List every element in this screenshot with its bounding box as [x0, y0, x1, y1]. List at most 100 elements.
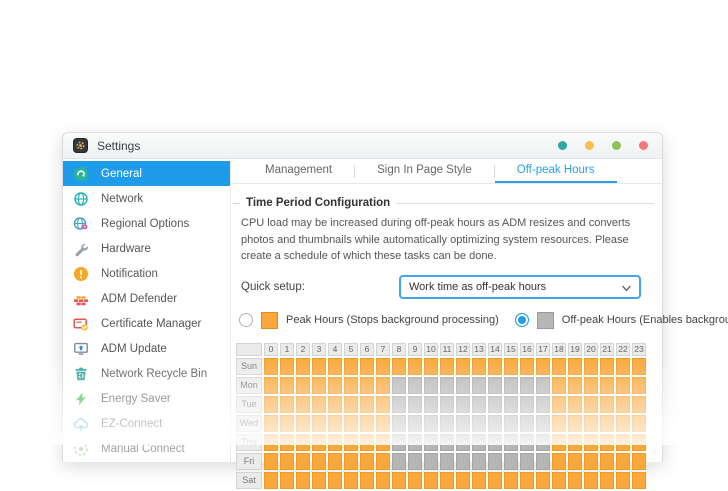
schedule-cell-sat-7[interactable]: [376, 472, 390, 489]
schedule-cell-sun-8[interactable]: [392, 358, 406, 375]
sidebar-item-ez-connect[interactable]: EZ-Connect: [63, 411, 230, 436]
schedule-cell-sat-15[interactable]: [504, 472, 518, 489]
schedule-cell-wed-6[interactable]: [360, 415, 374, 432]
tab-management[interactable]: Management: [243, 159, 354, 183]
teal-dot[interactable]: [558, 141, 567, 150]
schedule-cell-thu-1[interactable]: [280, 434, 294, 451]
off-peak-hours-radio[interactable]: [515, 313, 529, 327]
schedule-cell-thu-7[interactable]: [376, 434, 390, 451]
schedule-cell-tue-12[interactable]: [456, 396, 470, 413]
schedule-cell-wed-0[interactable]: [264, 415, 278, 432]
schedule-cell-sun-6[interactable]: [360, 358, 374, 375]
schedule-cell-fri-2[interactable]: [296, 453, 310, 470]
schedule-cell-tue-13[interactable]: [472, 396, 486, 413]
schedule-cell-mon-16[interactable]: [520, 377, 534, 394]
schedule-cell-sun-14[interactable]: [488, 358, 502, 375]
schedule-cell-tue-11[interactable]: [440, 396, 454, 413]
schedule-cell-fri-20[interactable]: [584, 453, 598, 470]
schedule-cell-sun-9[interactable]: [408, 358, 422, 375]
schedule-cell-sun-22[interactable]: [616, 358, 630, 375]
sidebar-item-certificate-manager[interactable]: Certificate Manager: [63, 311, 230, 336]
schedule-cell-fri-1[interactable]: [280, 453, 294, 470]
schedule-cell-thu-8[interactable]: [392, 434, 406, 451]
schedule-cell-fri-9[interactable]: [408, 453, 422, 470]
schedule-cell-sun-0[interactable]: [264, 358, 278, 375]
schedule-cell-wed-4[interactable]: [328, 415, 342, 432]
schedule-cell-fri-7[interactable]: [376, 453, 390, 470]
schedule-cell-mon-13[interactable]: [472, 377, 486, 394]
schedule-cell-thu-9[interactable]: [408, 434, 422, 451]
schedule-cell-mon-11[interactable]: [440, 377, 454, 394]
schedule-cell-tue-21[interactable]: [600, 396, 614, 413]
schedule-cell-sat-10[interactable]: [424, 472, 438, 489]
schedule-cell-thu-15[interactable]: [504, 434, 518, 451]
schedule-cell-thu-13[interactable]: [472, 434, 486, 451]
schedule-cell-sat-17[interactable]: [536, 472, 550, 489]
schedule-cell-wed-23[interactable]: [632, 415, 646, 432]
schedule-cell-fri-23[interactable]: [632, 453, 646, 470]
schedule-cell-fri-15[interactable]: [504, 453, 518, 470]
schedule-cell-thu-16[interactable]: [520, 434, 534, 451]
schedule-cell-sun-11[interactable]: [440, 358, 454, 375]
schedule-cell-thu-19[interactable]: [568, 434, 582, 451]
schedule-cell-wed-9[interactable]: [408, 415, 422, 432]
schedule-cell-tue-10[interactable]: [424, 396, 438, 413]
schedule-cell-wed-20[interactable]: [584, 415, 598, 432]
schedule-cell-thu-5[interactable]: [344, 434, 358, 451]
schedule-cell-mon-9[interactable]: [408, 377, 422, 394]
schedule-cell-tue-20[interactable]: [584, 396, 598, 413]
schedule-cell-thu-11[interactable]: [440, 434, 454, 451]
schedule-cell-wed-5[interactable]: [344, 415, 358, 432]
schedule-cell-thu-22[interactable]: [616, 434, 630, 451]
schedule-cell-sat-6[interactable]: [360, 472, 374, 489]
schedule-cell-mon-14[interactable]: [488, 377, 502, 394]
schedule-cell-fri-16[interactable]: [520, 453, 534, 470]
schedule-cell-mon-0[interactable]: [264, 377, 278, 394]
schedule-cell-sat-20[interactable]: [584, 472, 598, 489]
title-bar[interactable]: Settings: [63, 133, 662, 159]
schedule-cell-sun-2[interactable]: [296, 358, 310, 375]
schedule-cell-mon-23[interactable]: [632, 377, 646, 394]
schedule-cell-sun-3[interactable]: [312, 358, 326, 375]
schedule-cell-sat-18[interactable]: [552, 472, 566, 489]
sidebar-item-energy-saver[interactable]: Energy Saver: [63, 386, 230, 411]
schedule-cell-mon-7[interactable]: [376, 377, 390, 394]
sidebar-item-adm-defender[interactable]: ADM Defender: [63, 286, 230, 311]
schedule-cell-thu-17[interactable]: [536, 434, 550, 451]
schedule-cell-mon-1[interactable]: [280, 377, 294, 394]
sidebar-item-general[interactable]: General: [63, 161, 230, 186]
schedule-cell-fri-11[interactable]: [440, 453, 454, 470]
red-dot[interactable]: [639, 141, 648, 150]
yellow-dot[interactable]: [585, 141, 594, 150]
schedule-cell-wed-8[interactable]: [392, 415, 406, 432]
schedule-cell-tue-3[interactable]: [312, 396, 326, 413]
schedule-cell-tue-4[interactable]: [328, 396, 342, 413]
schedule-cell-sat-5[interactable]: [344, 472, 358, 489]
schedule-cell-sun-10[interactable]: [424, 358, 438, 375]
schedule-cell-mon-10[interactable]: [424, 377, 438, 394]
schedule-cell-sat-12[interactable]: [456, 472, 470, 489]
schedule-cell-wed-15[interactable]: [504, 415, 518, 432]
schedule-cell-sat-0[interactable]: [264, 472, 278, 489]
schedule-cell-tue-15[interactable]: [504, 396, 518, 413]
schedule-cell-mon-15[interactable]: [504, 377, 518, 394]
schedule-cell-sun-4[interactable]: [328, 358, 342, 375]
schedule-cell-fri-8[interactable]: [392, 453, 406, 470]
peak-hours-radio[interactable]: [239, 313, 253, 327]
schedule-cell-wed-19[interactable]: [568, 415, 582, 432]
schedule-cell-tue-1[interactable]: [280, 396, 294, 413]
tab-off-peak-hours[interactable]: Off-peak Hours: [495, 159, 617, 183]
schedule-cell-thu-18[interactable]: [552, 434, 566, 451]
schedule-cell-mon-3[interactable]: [312, 377, 326, 394]
schedule-cell-sun-17[interactable]: [536, 358, 550, 375]
schedule-cell-fri-6[interactable]: [360, 453, 374, 470]
schedule-cell-sun-18[interactable]: [552, 358, 566, 375]
schedule-cell-sun-16[interactable]: [520, 358, 534, 375]
schedule-cell-fri-12[interactable]: [456, 453, 470, 470]
schedule-cell-sun-20[interactable]: [584, 358, 598, 375]
schedule-cell-thu-4[interactable]: [328, 434, 342, 451]
schedule-cell-mon-17[interactable]: [536, 377, 550, 394]
schedule-cell-mon-22[interactable]: [616, 377, 630, 394]
tab-sign-in-page-style[interactable]: Sign In Page Style: [355, 159, 494, 183]
schedule-cell-wed-14[interactable]: [488, 415, 502, 432]
